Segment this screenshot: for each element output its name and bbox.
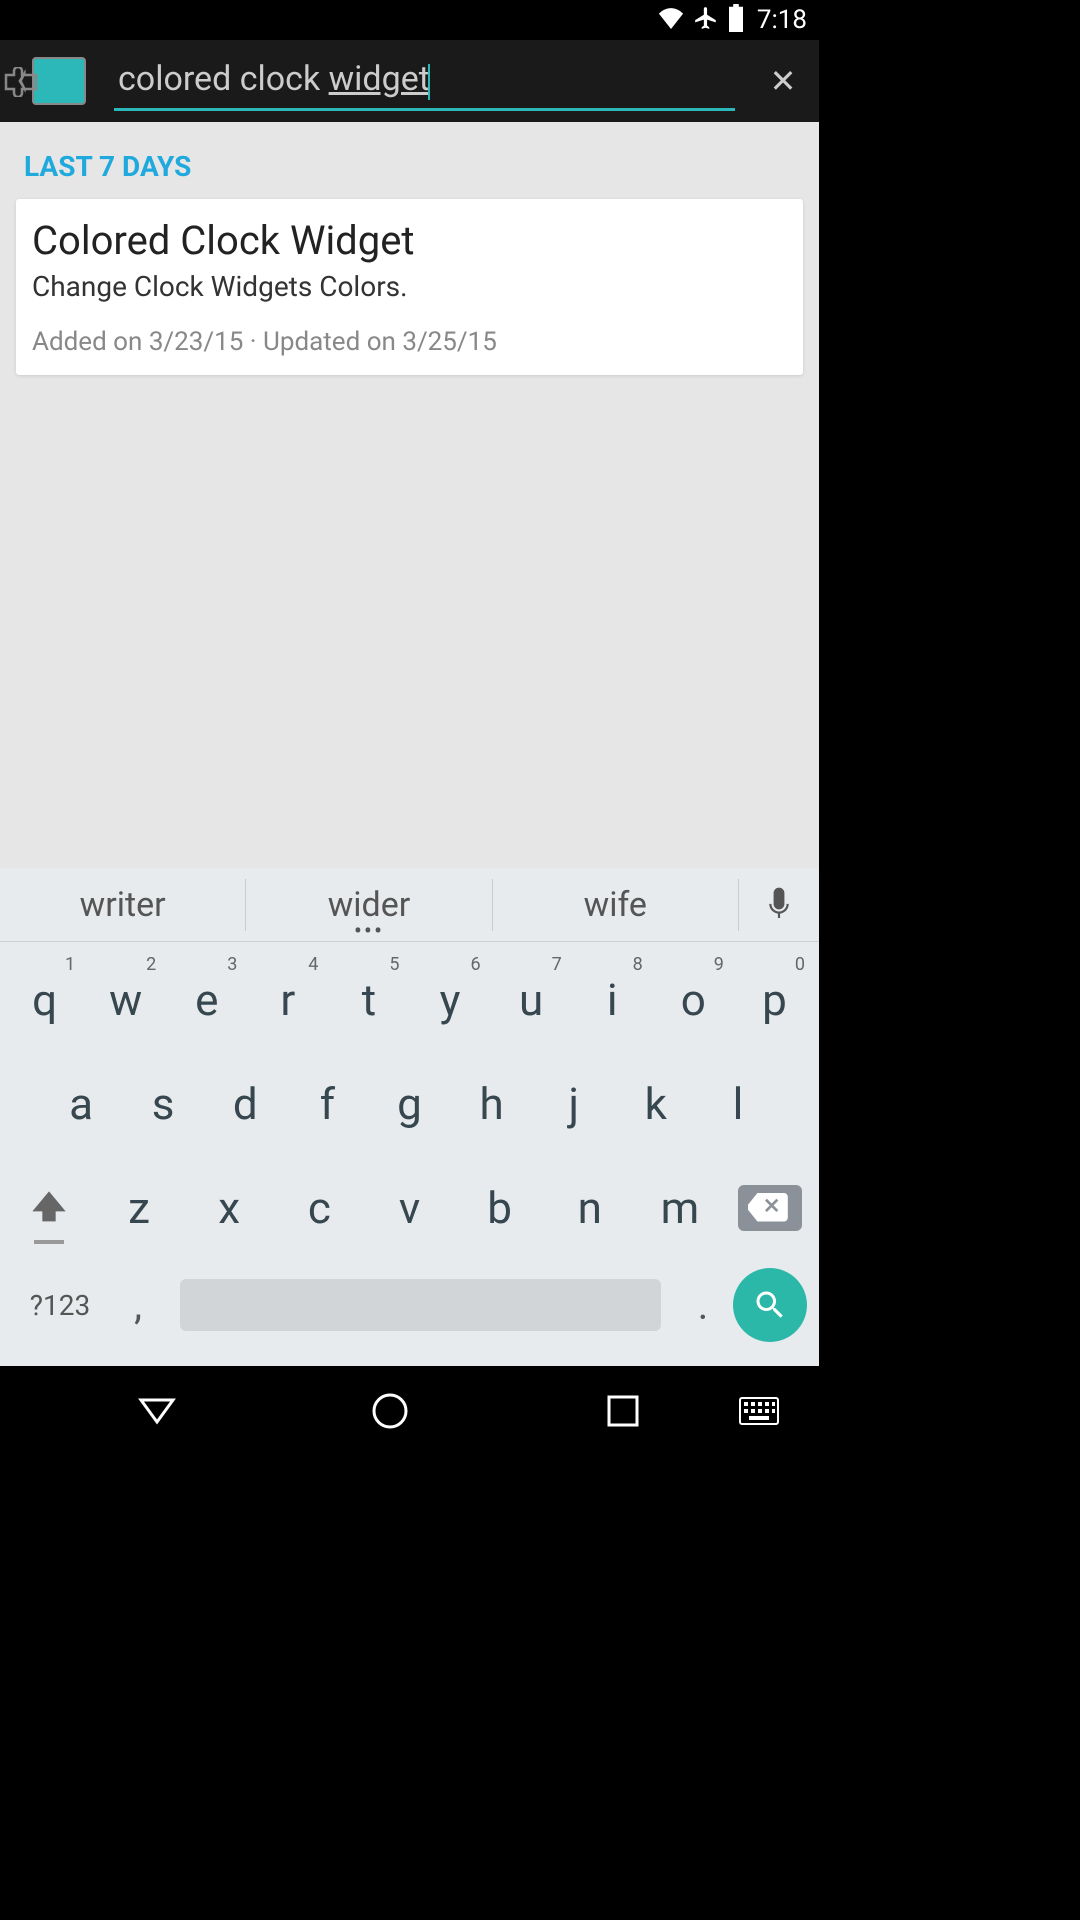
key-e[interactable]: 3e	[166, 950, 247, 1050]
backspace-icon	[748, 1193, 792, 1223]
nav-home-button[interactable]	[273, 1392, 506, 1430]
result-card[interactable]: Colored Clock Widget Change Clock Widget…	[16, 199, 803, 375]
key-c[interactable]: c	[274, 1158, 364, 1258]
key-s[interactable]: s	[122, 1054, 204, 1154]
nav-back-button[interactable]	[40, 1396, 273, 1426]
key-v[interactable]: v	[364, 1158, 454, 1258]
navigation-bar	[0, 1366, 819, 1456]
key-h[interactable]: h	[451, 1054, 533, 1154]
suggestion-1[interactable]: writer	[0, 879, 246, 931]
triangle-down-icon	[137, 1396, 177, 1426]
key-p[interactable]: 0p	[734, 950, 815, 1050]
back-button[interactable]	[16, 57, 86, 105]
result-title: Colored Clock Widget	[32, 217, 787, 264]
key-k[interactable]: k	[615, 1054, 697, 1154]
airplane-icon	[693, 5, 719, 35]
key-m[interactable]: m	[635, 1158, 725, 1258]
mic-icon	[766, 887, 792, 923]
keyboard: writer wider ••• wife 1q2w3e4r5t6y7u8i9o…	[0, 868, 819, 1366]
app-icon	[32, 57, 86, 105]
square-icon	[606, 1394, 640, 1428]
search-icon	[752, 1287, 788, 1323]
close-icon: ✕	[770, 62, 797, 100]
key-o[interactable]: 9o	[653, 950, 734, 1050]
shift-icon	[29, 1188, 69, 1228]
key-j[interactable]: j	[533, 1054, 615, 1154]
results-area: LAST 7 DAYS Colored Clock Widget Change …	[0, 122, 819, 868]
keyboard-icon	[739, 1397, 779, 1425]
key-u[interactable]: 7u	[491, 950, 572, 1050]
backspace-key[interactable]	[725, 1158, 815, 1258]
key-z[interactable]: z	[94, 1158, 184, 1258]
result-meta: Added on 3/23/15 · Updated on 3/25/15	[32, 327, 787, 357]
key-t[interactable]: 5t	[328, 950, 409, 1050]
wifi-icon	[657, 7, 685, 33]
search-key[interactable]	[733, 1268, 807, 1342]
key-a[interactable]: a	[40, 1054, 122, 1154]
key-q[interactable]: 1q	[4, 950, 85, 1050]
shift-key[interactable]	[4, 1158, 94, 1258]
suggestion-3[interactable]: wife	[493, 879, 739, 931]
key-d[interactable]: d	[204, 1054, 286, 1154]
symbols-key[interactable]: ?123	[12, 1289, 108, 1322]
key-i[interactable]: 8i	[572, 950, 653, 1050]
section-header: LAST 7 DAYS	[16, 138, 803, 199]
key-n[interactable]: n	[545, 1158, 635, 1258]
result-description: Change Clock Widgets Colors.	[32, 270, 787, 303]
key-g[interactable]: g	[368, 1054, 450, 1154]
key-f[interactable]: f	[286, 1054, 368, 1154]
search-input[interactable]: colored clock widget	[114, 51, 735, 110]
voice-input-button[interactable]	[739, 887, 819, 923]
nav-ime-button[interactable]	[739, 1397, 779, 1425]
key-w[interactable]: 2w	[85, 950, 166, 1050]
period-key[interactable]: .	[673, 1282, 733, 1329]
app-bar: colored clock widget ✕	[0, 40, 819, 122]
battery-icon	[727, 4, 745, 36]
circle-icon	[371, 1392, 409, 1430]
nav-recent-button[interactable]	[506, 1394, 739, 1428]
key-l[interactable]: l	[697, 1054, 779, 1154]
clear-search-button[interactable]: ✕	[763, 61, 803, 101]
key-b[interactable]: b	[455, 1158, 545, 1258]
key-r[interactable]: 4r	[247, 950, 328, 1050]
comma-key[interactable]: ,	[108, 1282, 168, 1329]
key-y[interactable]: 6y	[410, 950, 491, 1050]
suggestion-2[interactable]: wider •••	[246, 879, 492, 931]
status-bar: 7:18	[0, 0, 819, 40]
status-time: 7:18	[757, 5, 807, 35]
more-suggestions-icon: •••	[354, 917, 384, 945]
suggestion-bar: writer wider ••• wife	[0, 868, 819, 942]
spacebar-key[interactable]	[180, 1279, 661, 1331]
key-x[interactable]: x	[184, 1158, 274, 1258]
